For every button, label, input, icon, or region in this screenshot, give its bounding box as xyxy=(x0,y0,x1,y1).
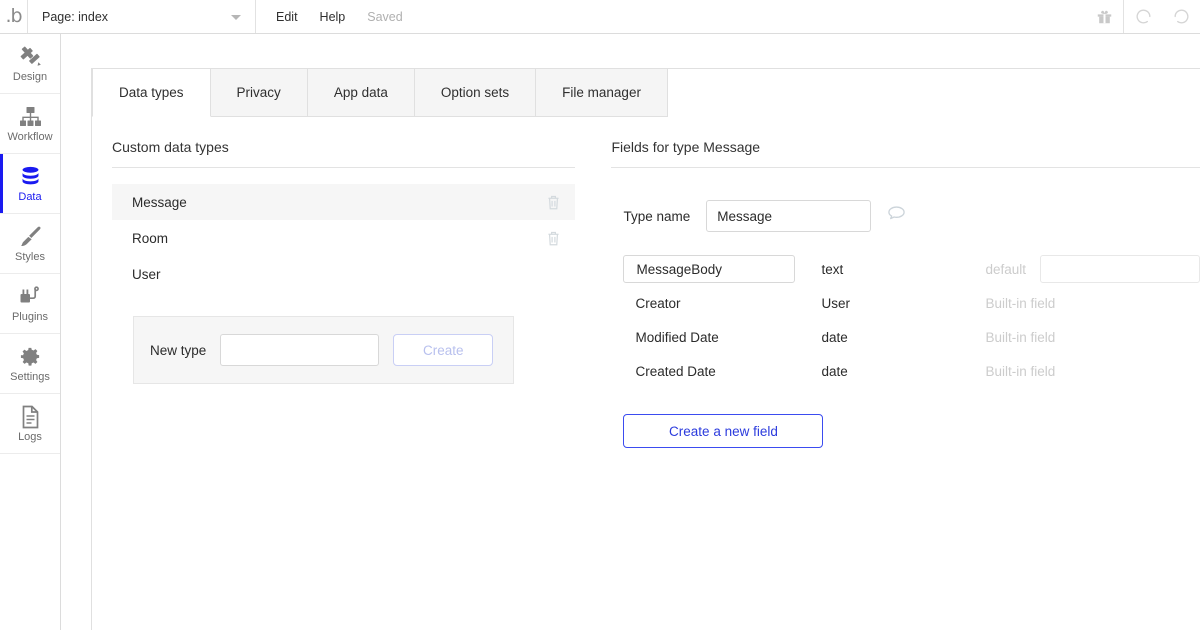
undo-icon[interactable] xyxy=(1124,0,1162,33)
page-selector-label: Page: index xyxy=(42,9,109,24)
data-type-list: Message Room User xyxy=(112,184,576,292)
type-name-row: Type name xyxy=(623,200,1200,232)
sidebar-item-label-logs: Logs xyxy=(18,430,42,443)
sidebar-item-data[interactable]: Data xyxy=(0,154,60,214)
data-type-name: Message xyxy=(132,194,187,210)
workflow-icon xyxy=(18,105,43,129)
plugins-icon xyxy=(18,285,43,309)
panel-columns: Custom data types Message Room User New … xyxy=(92,117,1200,630)
chevron-down-icon xyxy=(231,14,241,20)
sidebar-item-settings[interactable]: Settings xyxy=(0,334,60,394)
sidebar-item-label-styles: Styles xyxy=(15,250,45,263)
table-row[interactable]: Room xyxy=(112,220,575,256)
sidebar-item-workflow[interactable]: Workflow xyxy=(0,94,60,154)
type-name-input[interactable] xyxy=(706,200,872,232)
bubble-logo-glyph: .b xyxy=(5,5,22,27)
tab-file-manager[interactable]: File manager xyxy=(536,68,668,117)
sidebar-item-design[interactable]: Design xyxy=(0,34,60,94)
create-a-new-field-button[interactable]: Create a new field xyxy=(623,414,824,448)
sidebar-item-label-design: Design xyxy=(12,70,48,83)
field-builtin-label: Built-in field xyxy=(985,295,1056,311)
brush-icon xyxy=(18,225,43,249)
section-divider xyxy=(611,167,1200,168)
fields-panel: Fields for type Message Type name Messag… xyxy=(593,117,1200,630)
custom-data-types-panel: Custom data types Message Room User New … xyxy=(92,117,593,630)
field-default-input[interactable] xyxy=(1040,255,1200,283)
table-row[interactable]: Message xyxy=(112,184,576,220)
table-row: Created Date date Built-in field xyxy=(611,354,1200,388)
field-default-label: default xyxy=(985,261,1026,277)
sidebar-item-label-settings: Settings xyxy=(10,370,50,383)
type-name-label: Type name xyxy=(623,208,691,224)
new-type-label: New type xyxy=(150,342,207,358)
field-name: Created Date xyxy=(635,363,716,379)
sidebar-item-logs[interactable]: Logs xyxy=(0,394,60,454)
field-name: Modified Date xyxy=(635,329,719,345)
menu-item-help[interactable]: Help xyxy=(320,10,346,24)
table-row: Creator User Built-in field xyxy=(611,286,1200,320)
field-type: User xyxy=(821,295,850,311)
gear-icon xyxy=(19,345,42,369)
new-type-panel: New type Create xyxy=(133,316,514,384)
custom-data-types-title: Custom data types xyxy=(112,139,229,155)
sidebar-item-label-data: Data xyxy=(18,190,42,203)
section-divider xyxy=(112,167,576,168)
field-name: Creator xyxy=(635,295,681,311)
field-type[interactable]: text xyxy=(795,262,985,277)
fields-panel-title: Fields for type Message xyxy=(611,139,761,155)
table-row[interactable]: User xyxy=(112,256,575,292)
left-sidebar: Design Workflow Data Styles Plugins Sett… xyxy=(0,34,61,630)
tab-data-types[interactable]: Data types xyxy=(92,68,211,117)
field-type: date xyxy=(821,329,848,345)
design-icon xyxy=(18,45,43,69)
tab-bar: Data types Privacy App data Option sets … xyxy=(92,68,668,117)
sidebar-item-styles[interactable]: Styles xyxy=(0,214,60,274)
trash-icon[interactable] xyxy=(546,230,561,247)
trash-icon[interactable] xyxy=(546,194,561,211)
sidebar-item-plugins[interactable]: Plugins xyxy=(0,274,60,334)
document-icon xyxy=(20,405,41,429)
page-selector[interactable]: Page: index xyxy=(28,0,256,33)
bubble-logo[interactable]: .b xyxy=(0,0,28,33)
field-list: MessageBody text default Creator User Bu… xyxy=(611,252,1200,388)
gift-icon[interactable] xyxy=(1086,0,1124,33)
table-row: MessageBody text default xyxy=(611,252,1200,286)
create-button[interactable]: Create xyxy=(393,334,494,366)
save-status-label: Saved xyxy=(367,9,403,24)
speech-bubble-icon[interactable] xyxy=(887,205,906,228)
field-name-input[interactable]: MessageBody xyxy=(623,255,796,283)
top-right-actions xyxy=(1086,0,1200,33)
data-type-name: User xyxy=(132,266,161,282)
tab-app-data[interactable]: App data xyxy=(307,68,415,117)
field-type: date xyxy=(821,363,848,379)
database-icon xyxy=(19,165,42,189)
sidebar-item-label-plugins: Plugins xyxy=(11,310,49,323)
redo-icon[interactable] xyxy=(1162,0,1200,33)
table-row: Modified Date date Built-in field xyxy=(611,320,1200,354)
top-bar: .b Page: index Edit Help Saved xyxy=(0,0,1200,34)
new-type-input[interactable] xyxy=(220,334,380,366)
menu-item-edit[interactable]: Edit xyxy=(276,10,298,24)
field-builtin-label: Built-in field xyxy=(985,329,1056,345)
field-builtin-label: Built-in field xyxy=(985,363,1056,379)
sidebar-item-label-workflow: Workflow xyxy=(7,130,53,143)
data-type-name: Room xyxy=(132,230,169,246)
tab-privacy[interactable]: Privacy xyxy=(210,68,308,117)
top-menu: Edit Help Saved xyxy=(256,0,403,33)
main-content: Data types Privacy App data Option sets … xyxy=(61,34,1200,630)
tab-option-sets[interactable]: Option sets xyxy=(414,68,537,117)
